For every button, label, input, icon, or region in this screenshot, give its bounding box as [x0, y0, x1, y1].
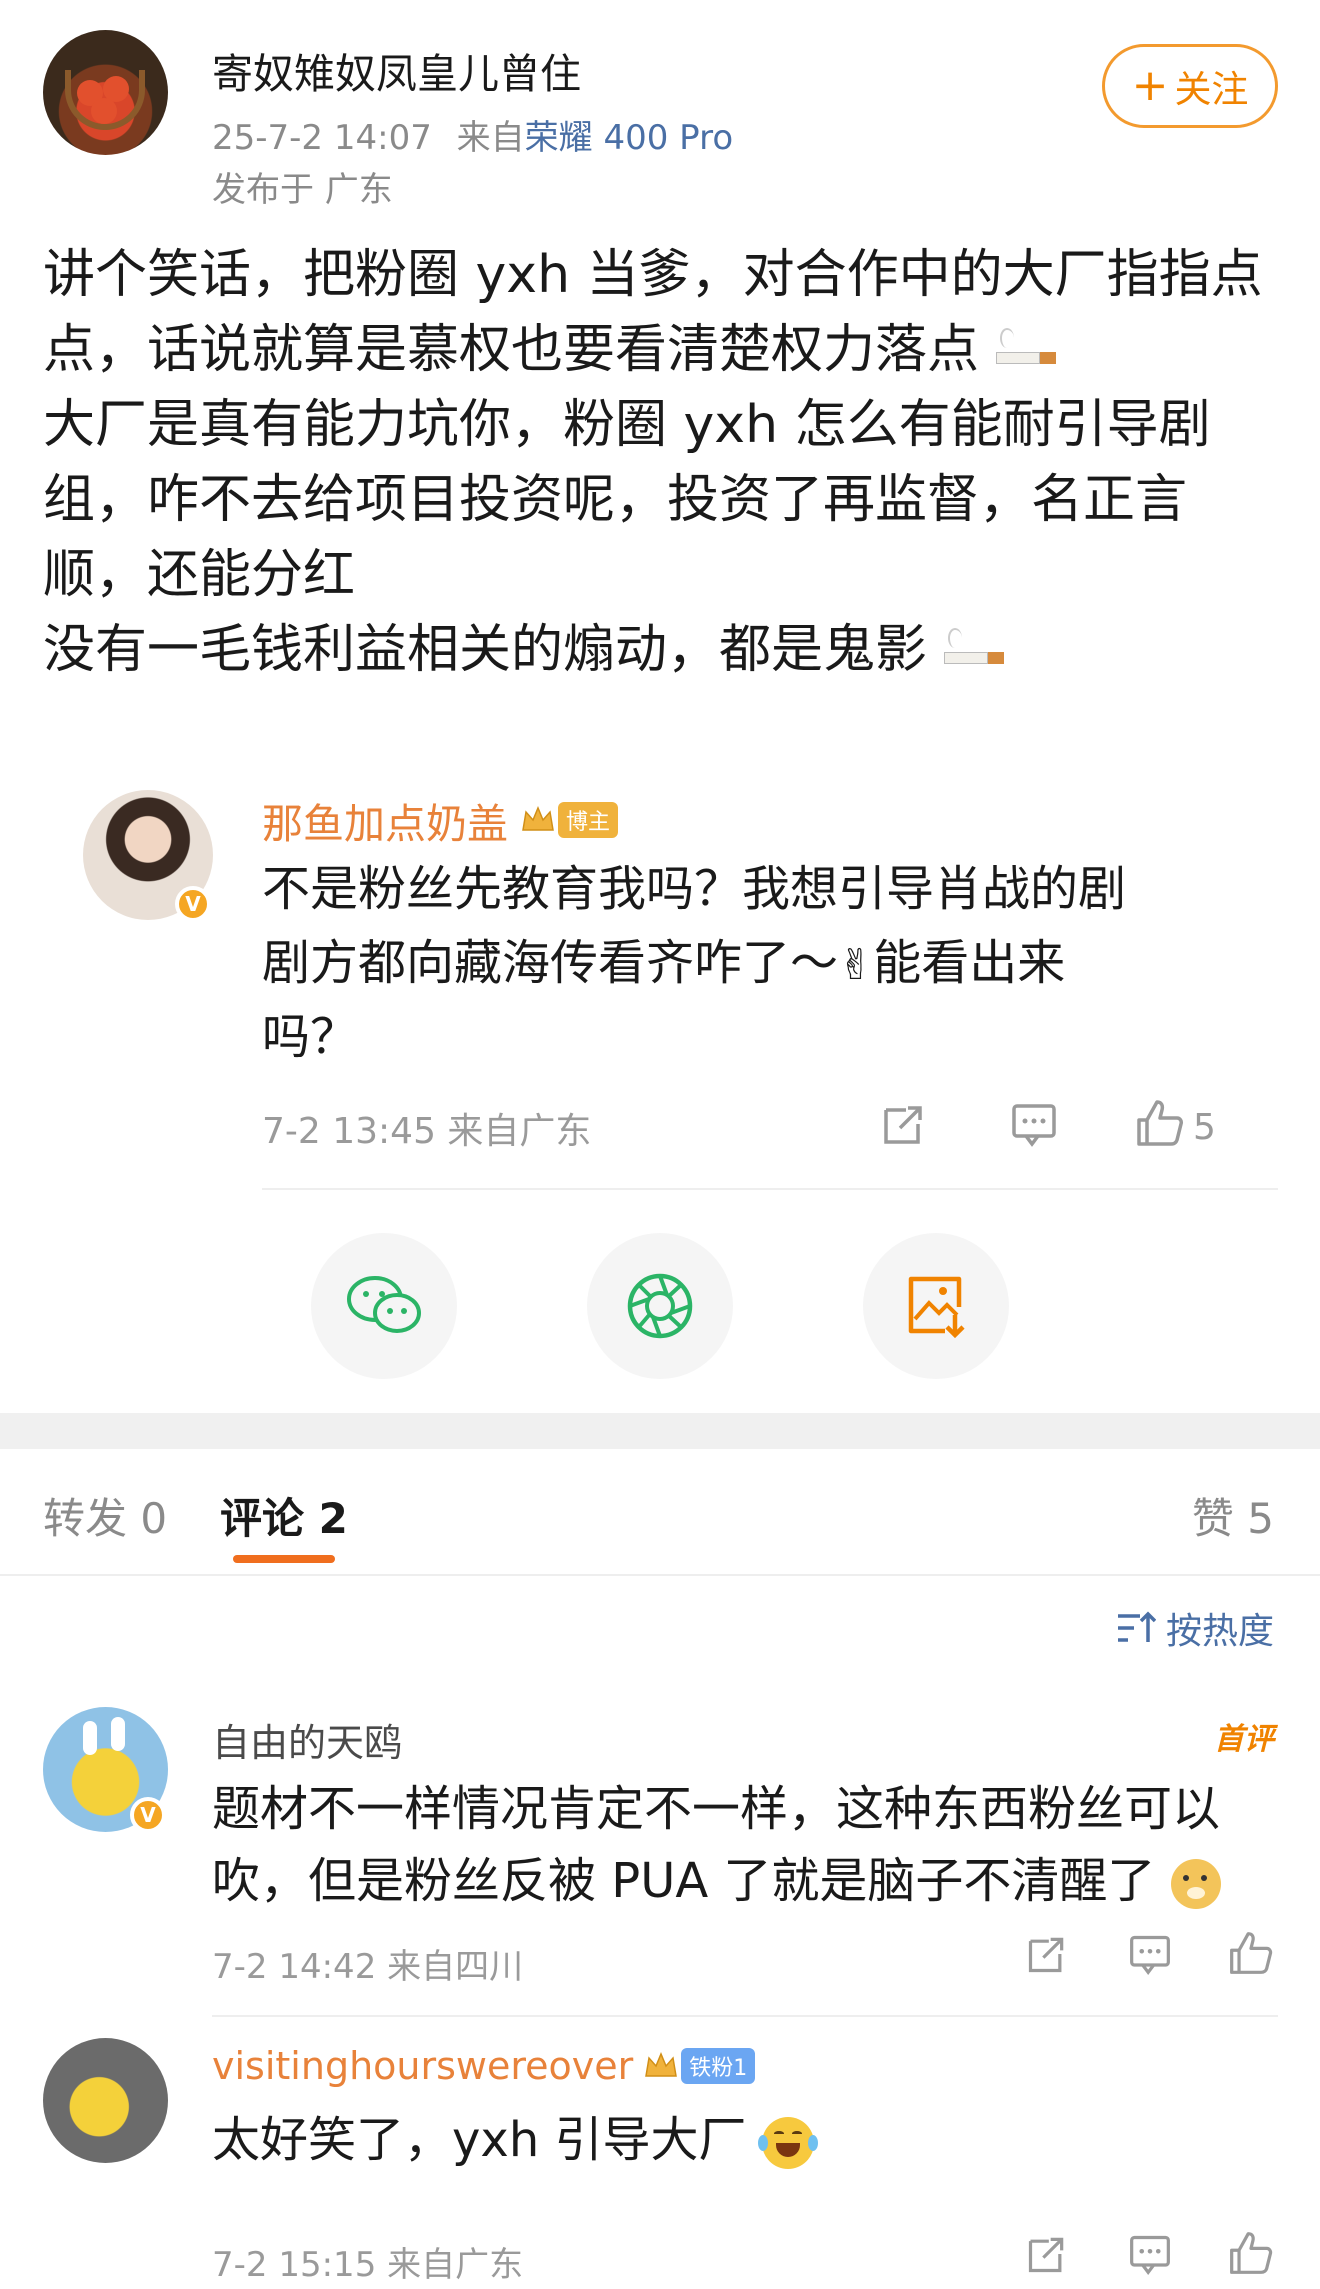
post-author-name[interactable]: 寄奴雉奴凤皇儿曾住 [212, 40, 581, 100]
post-timestamp: 25-7-2 14:07 [212, 118, 432, 158]
post-text-line: 大厂是真有能力坑你，粉圈 yxh 怎么有能耐引导剧 [43, 395, 1211, 455]
comment-text-segment: 吹，但是粉丝反被 PUA 了就是脑子不清醒了 [212, 1853, 1156, 1909]
tab-likes[interactable]: 赞 5 [1192, 1485, 1274, 1546]
comment-repost-icon[interactable] [1025, 1932, 1069, 1980]
comment-meta: 7-2 14:42 来自四川 [212, 1947, 524, 1987]
tabs-divider [0, 1574, 1320, 1576]
avatar-fruit [91, 98, 117, 124]
comment-text-segment: 太好笑了，yxh 引导大厂 [212, 2112, 747, 2168]
comment-icon[interactable] [1010, 1100, 1058, 1152]
share-wechat-button[interactable] [311, 1233, 457, 1379]
section-separator [0, 1413, 1320, 1449]
post-device[interactable]: 荣耀 400 Pro [525, 118, 733, 158]
comment-author-name[interactable]: visitinghourswereover [212, 2044, 633, 2088]
comment-author-name[interactable]: 自由的天鸥 [212, 1712, 402, 1767]
cigarette-emoji-icon [995, 328, 1056, 364]
save-image-button[interactable] [863, 1233, 1009, 1379]
post-meta-line: 25-7-2 14:07 来自荣耀 400 Pro [212, 110, 733, 159]
fan-badge: 铁粉1 [643, 2047, 756, 2085]
active-tab-indicator [233, 1555, 335, 1563]
comment-reply-icon[interactable] [1128, 2232, 1172, 2280]
quote-like-button[interactable]: 5 [1135, 1098, 1216, 1148]
comment-divider [212, 2015, 1278, 2017]
post-text-line: 顺，还能分红 [43, 545, 356, 605]
quote-like-count: 5 [1193, 1107, 1216, 1148]
comment-reply-icon[interactable] [1128, 1932, 1172, 1980]
crown-icon [522, 806, 554, 831]
comment-meta: 7-2 15:15 来自广东 [212, 2245, 524, 2285]
post-text-line: 讲个笑话，把粉圈 yxh 当爹，对合作中的大厂指指点 [43, 245, 1263, 305]
sort-icon [1117, 1611, 1156, 1642]
fan-badge-label: 铁粉1 [681, 2048, 756, 2084]
post-author-avatar[interactable] [43, 30, 168, 155]
quote-text-line: 吗？ [262, 1009, 359, 1065]
quote-timestamp: 7-2 13:45 来自广东 [262, 1111, 592, 1152]
blogger-badge: 博主 [520, 801, 619, 839]
follow-label: 关注 [1174, 68, 1249, 111]
post-text-segment: 点，话说就算是慕权也要看清楚权力落点 [43, 320, 980, 380]
post-location: 发布于 广东 [212, 170, 393, 210]
cigarette-emoji-icon [943, 628, 1004, 664]
crown-icon [645, 2052, 678, 2077]
first-comment-tag: 首评 [1214, 1722, 1274, 1757]
verified-badge-icon: V [130, 1797, 166, 1833]
quote-text-segment: 剧方都向藏海传看齐咋了～ [262, 935, 839, 991]
post-source-prefix: 来自 [456, 118, 525, 158]
quote-text-line: 剧方都向藏海传看齐咋了～✌能看出来 [262, 926, 1065, 1002]
quote-divider [262, 1188, 1278, 1190]
doge-emoji-icon [1170, 1859, 1221, 1909]
save-image-icon [908, 1276, 965, 1339]
tab-repost[interactable]: 转发 0 [43, 1485, 167, 1546]
sort-label: 按热度 [1165, 1611, 1274, 1652]
blogger-badge-label: 博主 [558, 802, 619, 838]
wechat-icon [347, 1276, 421, 1333]
follow-plus-icon: + [1131, 60, 1169, 111]
quote-author-row: 那鱼加点奶盖 博主 [262, 790, 619, 850]
quote-text-segment: 能看出来 [873, 935, 1066, 991]
comment-author-avatar[interactable] [43, 2038, 168, 2163]
follow-button[interactable]: + 关注 [1102, 44, 1278, 128]
tab-comments[interactable]: 评论 2 [220, 1485, 348, 1546]
victory-hand-emoji-icon: ✌ [838, 940, 874, 989]
comment-like-icon[interactable] [1228, 1930, 1274, 1980]
post-text-segment: 没有一毛钱利益相关的煽动，都是鬼影 [43, 620, 928, 680]
comment-like-icon[interactable] [1228, 2230, 1274, 2280]
moments-aperture-icon [627, 1273, 693, 1339]
comment-text-line: 题材不一样情况肯定不一样，这种东西粉丝可以 [212, 1781, 1221, 1837]
post-text-line: 组，咋不去给项目投资呢，投资了再监督，名正言 [43, 470, 1188, 530]
post-text-line: 没有一毛钱利益相关的煽动，都是鬼影 [43, 613, 1004, 688]
quote-author-name[interactable]: 那鱼加点奶盖 [262, 790, 508, 850]
comment-repost-icon[interactable] [1025, 2232, 1069, 2280]
tears-of-joy-emoji-icon [757, 2117, 818, 2169]
sort-toggle[interactable]: 按热度 [1116, 1602, 1274, 1654]
share-moments-button[interactable] [587, 1233, 733, 1379]
quote-text-line: 不是粉丝先教育我吗？我想引导肖战的剧 [262, 861, 1127, 917]
comment-text-line: 太好笑了，yxh 引导大厂 [212, 2104, 818, 2176]
thumbs-up-icon [1137, 1100, 1183, 1146]
post-text-line: 点，话说就算是慕权也要看清楚权力落点 [43, 313, 1056, 388]
repost-icon[interactable] [880, 1100, 928, 1152]
comment-text-line: 吹，但是粉丝反被 PUA 了就是脑子不清醒了 [212, 1845, 1221, 1917]
verified-badge-icon: V [175, 886, 211, 922]
comment-author-row: visitinghourswereover 铁粉1 [212, 2044, 756, 2088]
